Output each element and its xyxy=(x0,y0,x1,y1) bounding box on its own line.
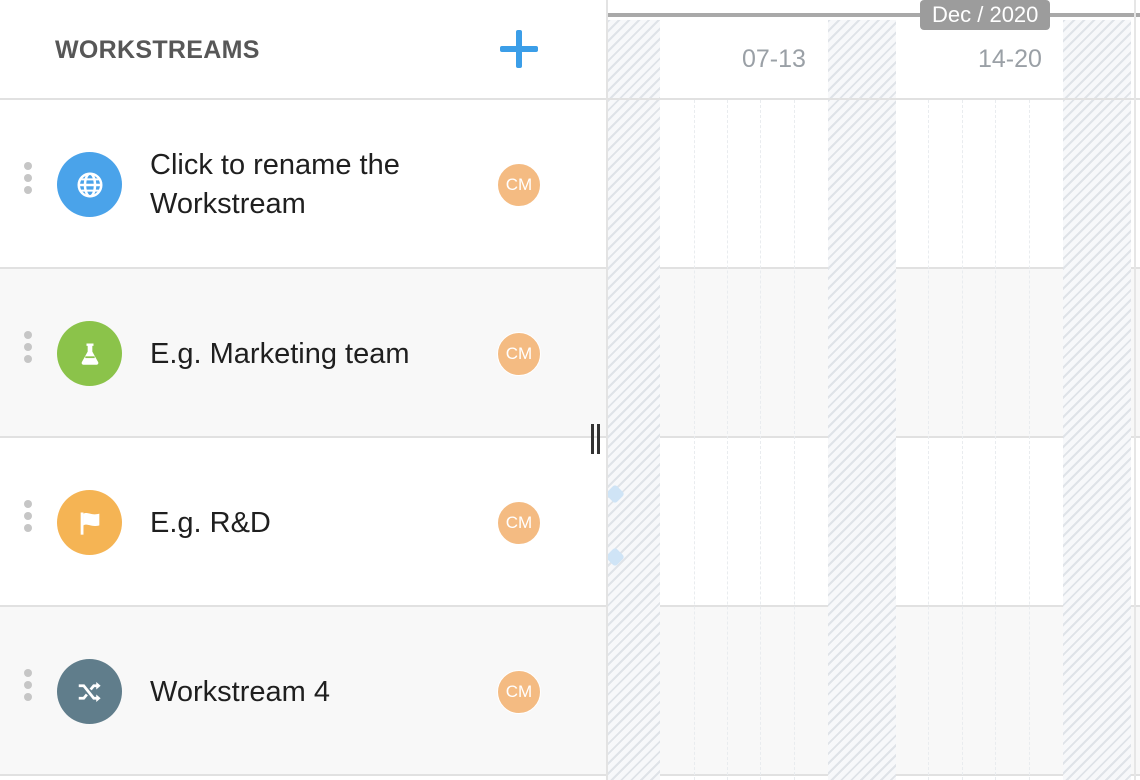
week-label: 07-13 xyxy=(742,45,806,73)
drag-handle-icon[interactable] xyxy=(23,162,33,194)
drag-handle-icon[interactable] xyxy=(23,331,33,363)
flask-icon[interactable] xyxy=(57,321,122,386)
add-workstream-button[interactable] xyxy=(498,29,540,71)
shuffle-icon[interactable] xyxy=(57,659,122,724)
weekend-column xyxy=(608,20,660,98)
weekend-column xyxy=(1063,20,1131,98)
panel-resize-handle[interactable] xyxy=(589,424,603,454)
assignee-avatar[interactable]: CM xyxy=(497,670,541,714)
workstream-name[interactable]: Workstream 4 xyxy=(150,656,470,728)
weekend-column xyxy=(828,20,896,780)
workstream-row[interactable]: Click to rename the Workstream CM xyxy=(0,100,606,269)
assignee-avatar[interactable]: CM xyxy=(497,332,541,376)
weekend-column xyxy=(828,20,896,98)
weekend-column xyxy=(608,20,660,780)
assignee-avatar[interactable]: CM xyxy=(497,163,541,207)
globe-icon[interactable] xyxy=(57,152,122,217)
timeline-header: Dec / 2020 07-13 14-20 xyxy=(608,0,1140,100)
workstreams-title: WORKSTREAMS xyxy=(55,36,260,64)
timeline-edge xyxy=(1134,0,1136,780)
drag-handle-icon[interactable] xyxy=(23,500,33,532)
day-divider xyxy=(794,100,795,780)
assignee-avatar[interactable]: CM xyxy=(497,501,541,545)
week-label: 14-20 xyxy=(978,45,1042,73)
day-divider xyxy=(995,100,996,780)
workstreams-app: WORKSTREAMS Click to rename the Workstre… xyxy=(0,0,1140,780)
day-divider xyxy=(928,100,929,780)
workstreams-header: WORKSTREAMS xyxy=(0,0,606,100)
day-divider xyxy=(1029,100,1030,780)
drag-handle-icon[interactable] xyxy=(23,669,33,701)
weekend-column xyxy=(1063,20,1131,780)
workstreams-panel: WORKSTREAMS Click to rename the Workstre… xyxy=(0,0,606,780)
workstream-name[interactable]: Click to rename the Workstream xyxy=(150,149,470,221)
workstream-row[interactable]: E.g. R&D CM xyxy=(0,438,606,607)
day-divider xyxy=(962,100,963,780)
workstream-row[interactable]: Workstream 4 CM xyxy=(0,607,606,776)
workstream-row[interactable]: E.g. Marketing team CM xyxy=(0,269,606,438)
day-divider xyxy=(727,100,728,780)
month-line xyxy=(608,13,1140,17)
workstream-name[interactable]: E.g. R&D xyxy=(150,487,470,559)
day-divider xyxy=(760,100,761,780)
flag-icon[interactable] xyxy=(57,490,122,555)
month-label: Dec / 2020 xyxy=(920,0,1051,30)
workstream-name[interactable]: E.g. Marketing team xyxy=(150,318,470,390)
day-divider xyxy=(694,100,695,780)
timeline-panel[interactable]: Dec / 2020 07-13 14-20 xyxy=(606,0,1140,780)
